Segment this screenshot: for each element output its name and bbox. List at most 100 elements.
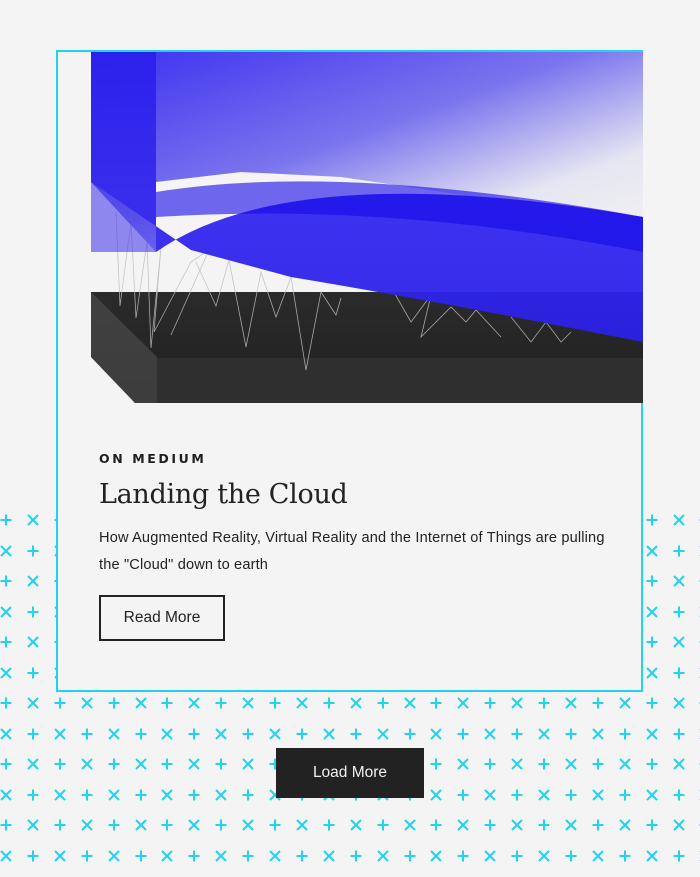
plus-icon	[591, 818, 605, 832]
cross-icon	[672, 818, 686, 832]
plus-icon	[295, 727, 309, 741]
cross-icon	[0, 544, 13, 558]
hero-image	[91, 52, 643, 403]
cross-icon	[134, 818, 148, 832]
cross-icon	[456, 757, 470, 771]
cross-icon	[295, 696, 309, 710]
plus-icon	[268, 818, 282, 832]
article-source-label: ON MEDIUM	[99, 451, 207, 466]
cross-icon	[107, 788, 121, 802]
cross-icon	[510, 818, 524, 832]
load-more-button[interactable]: Load More	[276, 748, 424, 798]
plus-icon	[456, 727, 470, 741]
cross-icon	[510, 757, 524, 771]
cross-icon	[376, 849, 390, 863]
plus-icon	[429, 818, 443, 832]
plus-icon	[160, 818, 174, 832]
cross-icon	[53, 727, 67, 741]
plus-icon	[187, 849, 201, 863]
cross-icon	[241, 818, 255, 832]
plus-icon	[645, 574, 659, 588]
cross-icon	[510, 696, 524, 710]
plus-icon	[295, 849, 309, 863]
cross-icon	[591, 788, 605, 802]
plus-icon	[53, 696, 67, 710]
plus-icon	[241, 788, 255, 802]
cross-icon	[564, 757, 578, 771]
plus-icon	[160, 696, 174, 710]
plus-icon	[591, 696, 605, 710]
plus-icon	[187, 727, 201, 741]
cross-icon	[403, 696, 417, 710]
cross-icon	[403, 818, 417, 832]
plus-icon	[26, 727, 40, 741]
cross-icon	[564, 818, 578, 832]
cross-icon	[483, 788, 497, 802]
cross-icon	[645, 788, 659, 802]
plus-icon	[456, 788, 470, 802]
plus-icon	[107, 818, 121, 832]
cross-icon	[0, 849, 13, 863]
plus-icon	[672, 605, 686, 619]
cross-icon	[26, 696, 40, 710]
cross-icon	[214, 849, 228, 863]
plus-icon	[672, 666, 686, 680]
plus-icon	[483, 696, 497, 710]
cross-icon	[26, 757, 40, 771]
cross-icon	[483, 727, 497, 741]
cross-icon	[214, 788, 228, 802]
cross-icon	[376, 727, 390, 741]
cross-icon	[322, 727, 336, 741]
plus-icon	[0, 696, 13, 710]
plus-icon	[26, 544, 40, 558]
article-card: ON MEDIUM Landing the Cloud How Augmente…	[56, 50, 643, 692]
plus-icon	[510, 727, 524, 741]
cross-icon	[672, 757, 686, 771]
cross-icon	[322, 849, 336, 863]
plus-icon	[403, 727, 417, 741]
cross-icon	[349, 818, 363, 832]
cross-icon	[349, 696, 363, 710]
plus-icon	[26, 788, 40, 802]
plus-icon	[403, 849, 417, 863]
plus-icon	[645, 818, 659, 832]
plus-icon	[0, 818, 13, 832]
cross-icon	[618, 696, 632, 710]
plus-icon	[214, 696, 228, 710]
cross-icon	[483, 849, 497, 863]
plus-icon	[322, 696, 336, 710]
cross-icon	[618, 757, 632, 771]
cross-icon	[456, 696, 470, 710]
plus-icon	[134, 788, 148, 802]
cross-icon	[295, 818, 309, 832]
cross-icon	[160, 849, 174, 863]
cross-icon	[429, 727, 443, 741]
plus-icon	[134, 727, 148, 741]
cross-icon	[160, 727, 174, 741]
plus-icon	[483, 757, 497, 771]
plus-icon	[214, 757, 228, 771]
plus-icon	[26, 849, 40, 863]
plus-icon	[107, 757, 121, 771]
cross-icon	[537, 788, 551, 802]
plus-icon	[510, 788, 524, 802]
cross-icon	[645, 727, 659, 741]
plus-icon	[134, 849, 148, 863]
article-title[interactable]: Landing the Cloud	[99, 479, 348, 510]
plus-icon	[322, 818, 336, 832]
plus-icon	[241, 727, 255, 741]
plus-icon	[80, 727, 94, 741]
cross-icon	[134, 757, 148, 771]
plus-icon	[80, 788, 94, 802]
article-description: How Augmented Reality, Virtual Reality a…	[99, 530, 605, 573]
plus-icon	[429, 696, 443, 710]
cross-icon	[645, 544, 659, 558]
read-more-button[interactable]: Read More	[99, 595, 225, 641]
cross-icon	[26, 635, 40, 649]
plus-icon	[510, 849, 524, 863]
cross-icon	[429, 849, 443, 863]
plus-icon	[53, 818, 67, 832]
plus-icon	[53, 757, 67, 771]
plus-icon	[0, 635, 13, 649]
plus-icon	[645, 757, 659, 771]
